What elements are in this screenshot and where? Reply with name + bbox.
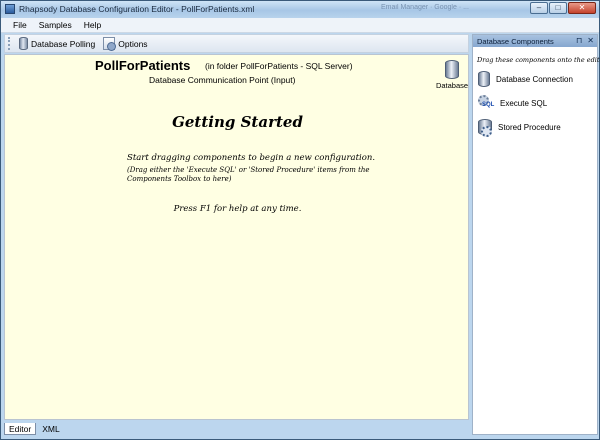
editor-canvas[interactable]: PollForPatients (in folder PollForPatien… xyxy=(4,54,469,420)
title-bar[interactable]: Rhapsody Database Configuration Editor -… xyxy=(1,1,599,18)
window-title: Rhapsody Database Configuration Editor -… xyxy=(19,4,255,14)
panel-header: Database Components ⊓ ✕ xyxy=(473,35,597,47)
database-icon xyxy=(445,60,459,79)
menu-file[interactable]: File xyxy=(1,20,33,30)
getting-started-note: (Drag either the 'Execute SQL' or 'Store… xyxy=(127,166,370,183)
minimize-button[interactable]: – xyxy=(530,2,548,14)
folder-note: (in folder PollForPatients - SQL Server) xyxy=(205,61,353,71)
panel-close-icon[interactable]: ✕ xyxy=(587,36,594,46)
component-database-connection[interactable]: Database Connection xyxy=(473,70,597,88)
database-polling-label: Database Polling xyxy=(31,38,96,49)
panel-hint: Drag these components onto the editor xyxy=(477,56,600,64)
menu-bar: File Samples Help xyxy=(1,18,599,33)
component-label: Stored Procedure xyxy=(498,122,561,132)
panel-title: Database Components xyxy=(477,36,554,46)
database-icon xyxy=(19,37,28,50)
component-label: Database Connection xyxy=(496,74,573,84)
menu-help[interactable]: Help xyxy=(78,20,107,30)
component-label: Execute SQL xyxy=(500,98,548,108)
toolbar-grip[interactable] xyxy=(8,37,12,50)
tab-editor[interactable]: Editor xyxy=(4,423,37,435)
window-controls: – □ ✕ xyxy=(530,2,596,14)
component-stored-procedure[interactable]: Stored Procedure xyxy=(473,118,597,137)
view-tabs: Editor XML xyxy=(4,421,64,435)
database-polling-button[interactable]: Database Polling xyxy=(15,36,99,52)
sql-badge-icon: SQL xyxy=(482,102,495,108)
connection-name: PollForPatients xyxy=(95,58,191,73)
database-node[interactable]: Database xyxy=(435,60,469,90)
database-icon xyxy=(478,71,490,87)
pin-icon[interactable]: ⊓ xyxy=(576,36,582,46)
help-hint: Press F1 for help at any time. xyxy=(173,204,302,214)
execute-sql-icon: SQL xyxy=(478,95,494,111)
options-button[interactable]: Options xyxy=(99,36,151,52)
database-components-panel: Database Components ⊓ ✕ Drag these compo… xyxy=(472,34,600,435)
background-tabs: Email Manager · Google · ... xyxy=(381,4,469,11)
options-icon xyxy=(103,37,117,51)
getting-started-heading: Getting Started xyxy=(172,113,303,131)
toolbar: Database Polling Options xyxy=(4,34,469,53)
maximize-button[interactable]: □ xyxy=(549,2,567,14)
tab-xml[interactable]: XML xyxy=(38,423,63,435)
communication-point-description: Database Communication Point (Input) xyxy=(149,75,296,85)
getting-started-instruction: Start dragging components to begin a new… xyxy=(127,153,376,163)
close-button[interactable]: ✕ xyxy=(568,2,596,14)
app-icon xyxy=(5,4,15,14)
options-label: Options xyxy=(118,38,148,49)
menu-samples[interactable]: Samples xyxy=(33,20,78,30)
database-node-label: Database xyxy=(435,81,469,90)
app-window: Rhapsody Database Configuration Editor -… xyxy=(0,0,600,440)
component-execute-sql[interactable]: SQL Execute SQL xyxy=(473,94,597,112)
stored-procedure-icon xyxy=(478,119,492,137)
